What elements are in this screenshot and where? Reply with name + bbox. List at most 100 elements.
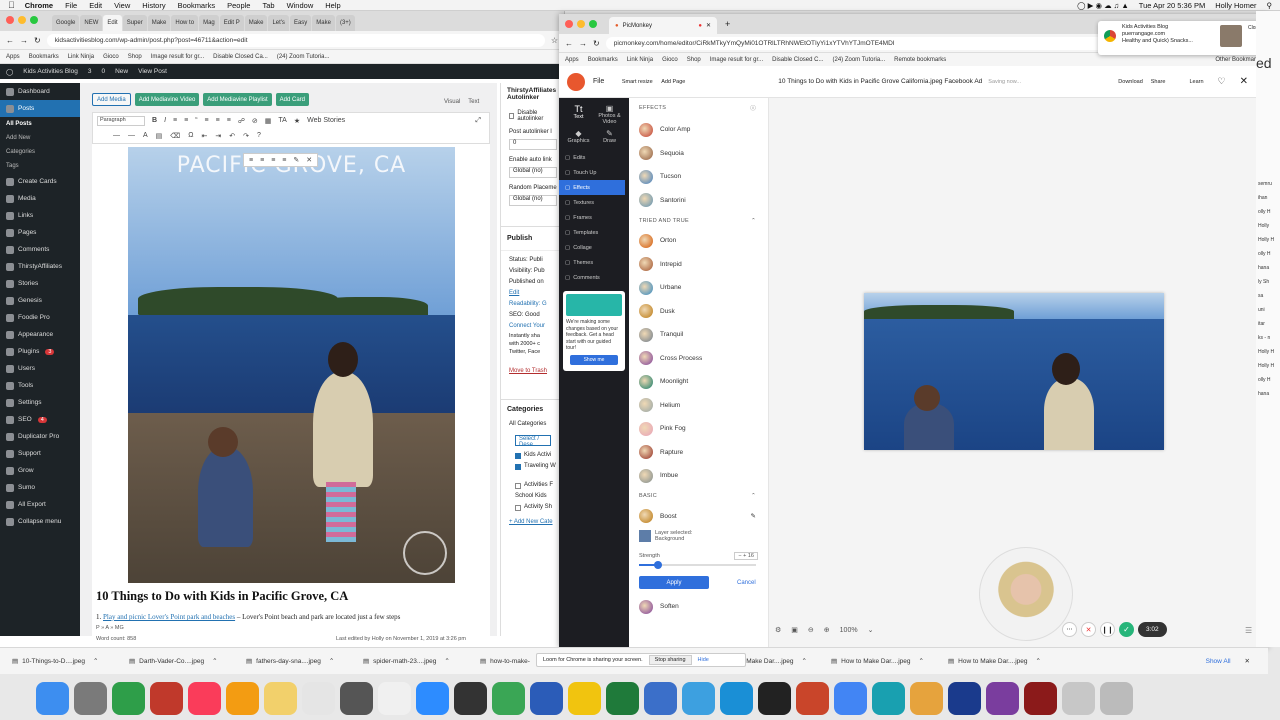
forward-icon[interactable]: → <box>579 39 587 48</box>
utility-icon[interactable] <box>340 681 373 715</box>
menu-people[interactable]: People <box>227 1 250 10</box>
wp-menu-item[interactable]: Foodie Pro <box>0 309 80 326</box>
checkbox[interactable] <box>515 504 521 511</box>
trash-icon[interactable] <box>1100 681 1133 715</box>
browser-tab[interactable]: Let's <box>268 15 289 31</box>
bullet-list-icon[interactable]: ≡ <box>173 117 177 124</box>
select-deselect-button[interactable]: Select / Dese <box>515 435 551 448</box>
draw-tool[interactable]: ✎ Draw <box>596 129 623 144</box>
rail-item-collage[interactable]: ▢ Collage <box>559 240 629 255</box>
pause-icon[interactable]: ❙❙ <box>1100 622 1115 637</box>
wp-menu-item[interactable]: Dashboard <box>0 83 80 100</box>
wp-menu-item[interactable]: All Export <box>0 496 80 513</box>
text-color-icon[interactable]: A <box>143 132 148 139</box>
reload-icon[interactable]: ↻ <box>593 39 600 48</box>
updates-count[interactable]: 3 <box>88 68 92 75</box>
align-right-icon[interactable]: ≡ <box>271 157 275 164</box>
graphics-tool[interactable]: ◆ Graphics <box>565 129 592 144</box>
browser-tab-active[interactable]: Edit <box>103 15 122 31</box>
connect-link[interactable]: Connect Your <box>509 321 557 332</box>
back-icon[interactable]: ← <box>565 39 573 48</box>
launchpad-icon[interactable] <box>74 681 107 715</box>
wp-menu-item[interactable]: SEO 4 <box>0 411 80 428</box>
quicktime-icon[interactable] <box>758 681 791 715</box>
browser-tab[interactable]: NEW <box>80 15 103 31</box>
paste-text-icon[interactable]: ▤ <box>156 132 163 140</box>
wp-menu-item[interactable]: Posts <box>0 100 80 117</box>
edit-link[interactable]: Edit <box>509 288 557 299</box>
rail-item-textures[interactable]: ▢ Textures <box>559 195 629 210</box>
rail-item-frames[interactable]: ▢ Frames <box>559 210 629 225</box>
wp-menu-item[interactable]: Links <box>0 207 80 224</box>
align-left-icon[interactable]: ≡ <box>249 157 253 164</box>
bookmark[interactable]: Apps <box>6 54 20 60</box>
zoom-out-icon[interactable]: ⊖ <box>808 626 814 634</box>
slack-icon[interactable] <box>910 681 943 715</box>
effect-item[interactable]: Santorini <box>629 189 768 213</box>
finish-recording-icon[interactable]: ✓ <box>1119 622 1134 637</box>
bookmark[interactable]: Apps <box>565 57 579 63</box>
info-icon[interactable]: ⓘ <box>750 104 756 112</box>
bookmark[interactable]: Remote bookmarks <box>894 57 946 63</box>
effect-item[interactable]: Moonlight <box>629 370 768 394</box>
effect-item[interactable]: Boost ✎ <box>629 505 768 529</box>
effect-item[interactable]: Rapture <box>629 441 768 465</box>
file-menu[interactable]: File <box>593 78 604 85</box>
chevron-up-icon[interactable]: ⌃ <box>751 493 756 499</box>
wp-menu-item[interactable]: Settings <box>0 394 80 411</box>
edit-icon[interactable]: ✎ <box>293 156 299 164</box>
bookmark[interactable]: Gioco <box>662 57 678 63</box>
chevron-up-icon[interactable]: ⌃ <box>919 657 924 665</box>
chevron-up-icon[interactable]: ⌃ <box>1036 657 1041 665</box>
align-center-icon[interactable]: ≡ <box>260 157 264 164</box>
download-item[interactable]: ▤ spider-math-23....jpeg ⌃ <box>351 657 468 666</box>
wp-menu-item[interactable]: Media <box>0 190 80 207</box>
new-tab-icon[interactable]: + <box>725 19 730 29</box>
nope-icon[interactable] <box>150 681 183 715</box>
wp-submenu-item[interactable]: Tags <box>0 159 80 173</box>
effect-item[interactable]: Intrepid <box>629 253 768 277</box>
bookmark[interactable]: Image result for gr... <box>710 57 763 63</box>
show-me-button[interactable]: Show me <box>570 354 618 365</box>
effect-item[interactable]: Imbue <box>629 464 768 488</box>
reload-icon[interactable]: ↻ <box>34 36 41 45</box>
menu-help[interactable]: Help <box>325 1 340 10</box>
bold-icon[interactable]: B <box>152 117 157 124</box>
all-categories-tab[interactable]: All Categories <box>501 419 565 429</box>
wp-menu-item[interactable]: Support <box>0 445 80 462</box>
help-icon[interactable]: ? <box>257 132 261 139</box>
chevron-down-icon[interactable]: ⌄ <box>868 626 874 634</box>
search-icon[interactable]: ⚲ <box>1267 1 1273 10</box>
wp-submenu-item[interactable]: All Posts <box>0 117 80 131</box>
special-char-icon[interactable]: Ω <box>188 132 193 139</box>
stop-sharing-button[interactable]: Stop sharing <box>648 655 692 665</box>
wd-icon[interactable] <box>948 681 981 715</box>
photos-icon[interactable] <box>302 681 335 715</box>
browser-tab[interactable]: Make <box>312 15 335 31</box>
rail-item-effects[interactable]: ▢ Effects <box>559 180 625 195</box>
download-item[interactable]: ▤How to Make Dar....jpeg ⌃ <box>936 657 1053 666</box>
download-item[interactable]: ▤ 10-Things-to-D....jpeg ⌃ <box>0 657 117 666</box>
browser-tab[interactable]: Edit P <box>219 15 244 31</box>
effect-item[interactable]: Dusk <box>629 300 768 324</box>
wordpress-icon[interactable]: ◯ <box>6 68 13 76</box>
wp-submenu-item[interactable]: Categories <box>0 145 80 159</box>
indent-icon[interactable]: ⇥ <box>215 132 221 140</box>
bookmark[interactable]: Bookmarks <box>29 54 59 60</box>
effect-item[interactable]: Color Amp <box>629 118 768 142</box>
wp-menu-item[interactable]: Appearance <box>0 326 80 343</box>
slider-handle[interactable] <box>653 561 662 569</box>
learn-menu[interactable]: Learn <box>1189 79 1203 85</box>
apple-icon[interactable]:  <box>8 0 15 10</box>
wp-menu-item[interactable]: Genesis <box>0 292 80 309</box>
zoom-in-icon[interactable]: ⊕ <box>824 626 830 634</box>
effect-item[interactable]: Urbane <box>629 276 768 300</box>
bookmark[interactable]: Link Ninja <box>627 57 653 63</box>
layers-icon[interactable]: ▣ <box>791 626 798 634</box>
global-select[interactable]: Global (no) <box>509 167 557 178</box>
chevron-up-icon[interactable]: ⌃ <box>802 657 807 665</box>
strength-slider[interactable] <box>639 560 756 570</box>
browser-tab[interactable]: (3+) <box>335 15 355 31</box>
wp-menu-item[interactable]: Duplicator Pro <box>0 428 80 445</box>
cancel-recording-icon[interactable]: ✕ <box>1081 622 1096 637</box>
